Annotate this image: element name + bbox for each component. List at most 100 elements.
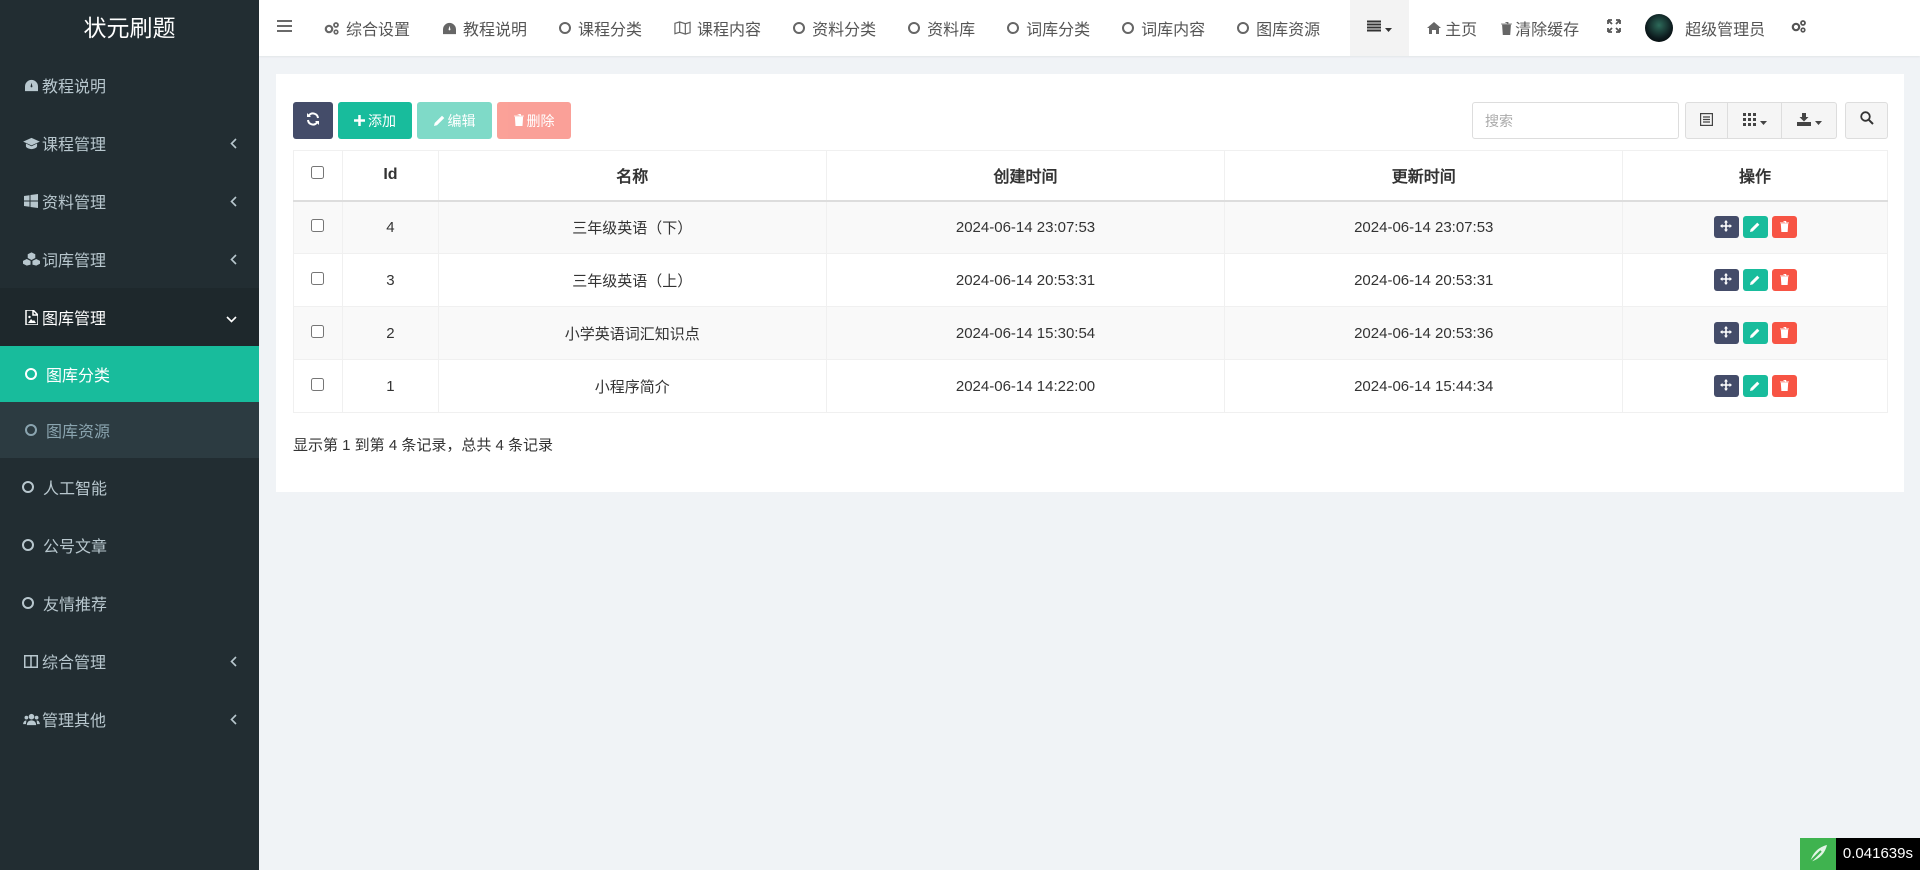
tab-course-category[interactable]: 课程分类 [543, 0, 658, 56]
drag-button[interactable] [1713, 269, 1739, 291]
sidebar-item-gallery-category[interactable]: 图库分类 [0, 346, 259, 402]
fullscreen-button[interactable] [1591, 0, 1637, 56]
tab-material-library[interactable]: 资料库 [892, 0, 991, 56]
avatar [1645, 14, 1674, 42]
edit-label: 编辑 [447, 112, 476, 129]
arrows-icon [1720, 272, 1733, 289]
tab-label: 综合设置 [346, 22, 411, 39]
sidebar-item-friends[interactable]: 友情推荐 [0, 574, 259, 632]
tab-material-category[interactable]: 资料分类 [777, 0, 892, 56]
search-icon [1859, 111, 1874, 130]
table-row[interactable]: 3 三年级英语（上） 2024-06-14 20:53:31 2024-06-1… [293, 253, 1888, 307]
circle-icon [1237, 22, 1250, 34]
cell-name: 小程序简介 [437, 359, 827, 413]
delete-row-button[interactable] [1771, 269, 1797, 291]
tab-label: 资料库 [927, 22, 976, 39]
sidebar-toggle-button[interactable] [259, 0, 308, 56]
sidebar-item-vocab[interactable]: 词库管理 [0, 230, 259, 288]
tab-course-content[interactable]: 课程内容 [658, 0, 777, 56]
tab-vocab-category[interactable]: 词库分类 [991, 0, 1106, 56]
control-sidebar-button[interactable] [1781, 0, 1807, 56]
edit-row-button[interactable] [1742, 375, 1768, 397]
cell-created: 2024-06-14 15:30:54 [825, 306, 1226, 360]
sidebar-item-label: 人工智能 [43, 481, 108, 498]
cell-created: 2024-06-14 23:07:53 [825, 200, 1226, 254]
dashboard-icon [442, 22, 457, 35]
export-button[interactable] [1782, 102, 1837, 139]
delete-row-button[interactable] [1771, 322, 1797, 344]
chevron-left-icon [230, 196, 237, 210]
row-select-cell [293, 306, 343, 360]
drag-button[interactable] [1713, 375, 1739, 397]
cell-name: 三年级英语（上） [437, 253, 827, 307]
sidebar-item-materials[interactable]: 资料管理 [0, 172, 259, 230]
sidebar-item-gallery[interactable]: 图库管理 [0, 288, 259, 346]
tab-general-settings[interactable]: 综合设置 [308, 0, 426, 56]
home-link[interactable]: 主页 [1409, 0, 1489, 56]
sidebar-item-articles[interactable]: 公号文章 [0, 516, 259, 574]
edit-row-button[interactable] [1742, 322, 1768, 344]
column-header-name[interactable]: 名称 [437, 150, 827, 202]
plus-icon [354, 113, 365, 129]
brand-logo[interactable]: 状元刷题 [0, 0, 259, 56]
sidebar: 状元刷题 教程说明 课程管理 资料管理 词库管理 图库管理 图库分类 图库资源 [0, 0, 259, 870]
pagination-info: 显示第 1 到第 4 条记录，总共 4 条记录 [293, 437, 554, 454]
select-all-checkbox[interactable] [311, 166, 325, 180]
cell-actions [1622, 359, 1888, 413]
column-header-id[interactable]: Id [341, 150, 439, 202]
user-menu[interactable]: 超级管理员 [1637, 0, 1781, 56]
row-checkbox[interactable] [311, 377, 325, 391]
table-row[interactable]: 4 三年级英语（下） 2024-06-14 23:07:53 2024-06-1… [293, 200, 1888, 254]
sidebar-item-gallery-resources[interactable]: 图库资源 [0, 402, 259, 458]
circle-icon [25, 368, 37, 380]
column-header-actions: 操作 [1622, 150, 1888, 202]
add-label: 添加 [368, 112, 396, 129]
tab-tutorial[interactable]: 教程说明 [426, 0, 543, 56]
cogs-icon [324, 21, 340, 35]
sidebar-item-courses[interactable]: 课程管理 [0, 114, 259, 172]
sidebar-item-general[interactable]: 综合管理 [0, 632, 259, 690]
search-button[interactable] [1845, 102, 1888, 139]
sidebar-item-other[interactable]: 管理其他 [0, 690, 259, 748]
edit-row-button[interactable] [1742, 216, 1768, 239]
cell-name: 小学英语词汇知识点 [437, 306, 827, 360]
cell-updated: 2024-06-14 20:53:31 [1224, 253, 1624, 307]
delete-row-button[interactable] [1771, 216, 1797, 239]
row-checkbox[interactable] [311, 324, 325, 338]
table-row[interactable]: 2 小学英语词汇知识点 2024-06-14 15:30:54 2024-06-… [293, 306, 1888, 360]
debug-timer[interactable]: 0.041639s [1799, 838, 1920, 870]
drag-button[interactable] [1713, 322, 1739, 344]
refresh-button[interactable] [293, 102, 333, 139]
sidebar-item-ai[interactable]: 人工智能 [0, 458, 259, 516]
tab-gallery-resources[interactable]: 图库资源 [1221, 0, 1336, 56]
top-navbar: 综合设置 教程说明 课程分类 课程内容 资料分类 资料库 词库分类 词库内容 图… [259, 0, 1920, 56]
more-tabs-dropdown[interactable] [1350, 0, 1410, 56]
circle-icon [908, 22, 921, 34]
columns-toggle-button[interactable] [1728, 102, 1782, 139]
list-icon [1367, 19, 1382, 37]
sidebar-item-tutorial[interactable]: 教程说明 [0, 56, 259, 114]
cell-id: 3 [341, 253, 439, 307]
row-checkbox[interactable] [311, 271, 325, 285]
row-checkbox[interactable] [311, 218, 325, 232]
search-input[interactable] [1472, 102, 1679, 139]
toggle-view-button[interactable] [1685, 102, 1728, 139]
row-select-cell [293, 359, 343, 413]
cell-id: 1 [341, 359, 439, 413]
edit-button[interactable]: 编辑 [417, 102, 492, 139]
table-row[interactable]: 1 小程序简介 2024-06-14 14:22:00 2024-06-14 1… [293, 359, 1888, 413]
cell-id: 2 [341, 306, 439, 360]
add-button[interactable]: 添加 [338, 102, 412, 139]
column-header-created[interactable]: 创建时间 [825, 150, 1226, 202]
drag-button[interactable] [1713, 216, 1739, 239]
delete-row-button[interactable] [1771, 375, 1797, 397]
sidebar-item-label: 图库资源 [46, 424, 111, 441]
delete-button[interactable]: 删除 [497, 102, 571, 139]
chevron-left-icon [230, 714, 237, 728]
tab-vocab-content[interactable]: 词库内容 [1106, 0, 1221, 56]
clear-cache-button[interactable]: 清除缓存 [1489, 0, 1591, 56]
column-header-updated[interactable]: 更新时间 [1224, 150, 1624, 202]
edit-row-button[interactable] [1742, 269, 1768, 291]
tab-label: 资料分类 [812, 22, 877, 39]
row-select-cell [293, 253, 343, 307]
